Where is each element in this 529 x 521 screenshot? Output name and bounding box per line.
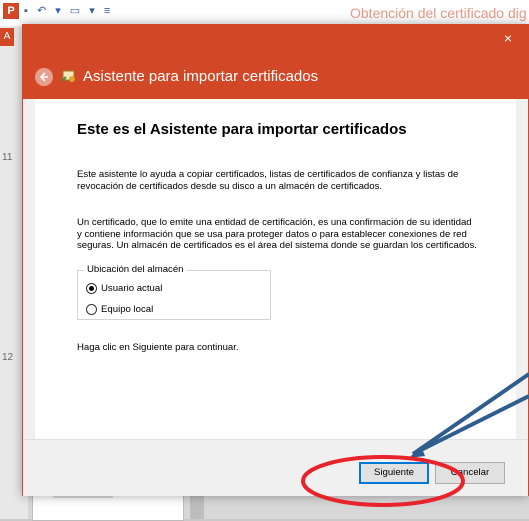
highlight-ellipse — [301, 455, 465, 507]
highlight-annotation — [301, 372, 529, 507]
pointer-arrow-line — [411, 372, 529, 456]
pointer-arrow-line — [412, 394, 529, 456]
